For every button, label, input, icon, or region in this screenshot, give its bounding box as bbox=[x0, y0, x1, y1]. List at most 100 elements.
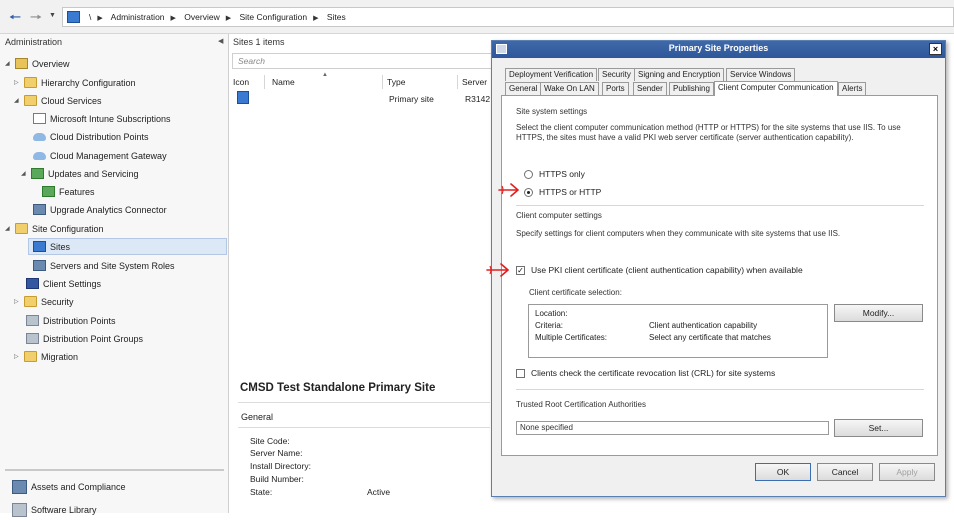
column-divider[interactable] bbox=[264, 75, 265, 89]
breadcrumb-administration[interactable]: Administration bbox=[111, 12, 165, 22]
address-bar: 🠔 🠖 ▼ \ ▶ Administration ▶ Overview ▶ Site … bbox=[0, 0, 954, 34]
tree-label: Cloud Distribution Points bbox=[50, 132, 149, 142]
tree-item-features[interactable]: Features bbox=[42, 184, 95, 201]
expand-icon[interactable]: ▷ bbox=[14, 349, 24, 366]
tree-item-cloud-management-gateway[interactable]: Cloud Management Gateway bbox=[33, 148, 167, 165]
breadcrumb-separator-icon: ▶ bbox=[97, 15, 103, 22]
tree-item-hierarchy-configuration[interactable]: ▷ Hierarchy Configuration bbox=[14, 75, 136, 92]
close-icon[interactable]: × bbox=[929, 43, 942, 55]
folder-icon bbox=[24, 77, 37, 89]
collapse-icon[interactable]: ◢ bbox=[21, 166, 31, 183]
tab-wake-on-lan[interactable]: Wake On LAN bbox=[540, 82, 599, 95]
column-header-type[interactable]: Type bbox=[387, 77, 405, 87]
cloud-icon bbox=[33, 151, 46, 160]
cert-key: Multiple Certificates: bbox=[535, 333, 608, 342]
collapse-pane-icon[interactable]: ◀ bbox=[218, 37, 223, 45]
ok-button[interactable]: OK bbox=[755, 463, 811, 481]
collapse-icon[interactable]: ◢ bbox=[5, 221, 15, 238]
tab-general[interactable]: General bbox=[505, 82, 542, 95]
trusted-root-field[interactable]: None specified bbox=[516, 421, 829, 435]
use-pki-checkbox[interactable]: ✓ bbox=[516, 266, 525, 275]
tree-item-distribution-point-groups[interactable]: Distribution Point Groups bbox=[26, 331, 143, 348]
https-or-http-label[interactable]: HTTPS or HTTP bbox=[539, 187, 601, 197]
tab-service-windows[interactable]: Service Windows bbox=[726, 68, 796, 81]
client-certificate-selection-label: Client certificate selection: bbox=[529, 288, 622, 297]
column-header-icon[interactable]: Icon bbox=[233, 77, 249, 87]
detail-label: Site Code: bbox=[250, 436, 290, 446]
annotation-arrow-icon bbox=[486, 263, 510, 277]
tab-deployment-verification[interactable]: Deployment Verification bbox=[505, 68, 598, 81]
modify-button[interactable]: Modify... bbox=[834, 304, 923, 322]
crl-checkbox[interactable] bbox=[516, 369, 525, 378]
column-divider[interactable] bbox=[457, 75, 458, 89]
tree-item-security[interactable]: ▷ Security bbox=[14, 294, 74, 311]
workspace-divider[interactable] bbox=[5, 469, 224, 471]
collapse-icon[interactable]: ◢ bbox=[14, 93, 24, 110]
tree-item-updates-and-servicing[interactable]: ◢ Updates and Servicing bbox=[21, 166, 139, 183]
tab-security[interactable]: Security bbox=[598, 68, 635, 81]
breadcrumb-site-configuration[interactable]: Site Configuration bbox=[240, 12, 308, 22]
primary-site-properties-dialog: Primary Site Properties × Deployment Ver… bbox=[491, 40, 946, 497]
tab-alerts[interactable]: Alerts bbox=[838, 82, 867, 95]
tab-sender[interactable]: Sender bbox=[633, 82, 667, 95]
tree-label: Client Settings bbox=[43, 279, 102, 289]
site-system-description: Select the client computer communication… bbox=[516, 123, 901, 142]
column-divider[interactable] bbox=[382, 75, 383, 89]
updates-icon bbox=[31, 168, 44, 180]
search-input[interactable]: Search bbox=[232, 53, 494, 69]
tree-item-distribution-points[interactable]: Distribution Points bbox=[26, 313, 116, 330]
primary-site-icon[interactable] bbox=[237, 91, 249, 104]
apply-button[interactable]: Apply bbox=[879, 463, 935, 481]
tree-item-sites[interactable]: Sites bbox=[28, 238, 227, 255]
breadcrumb[interactable]: \ ▶ Administration ▶ Overview ▶ Site Config… bbox=[62, 7, 954, 27]
tree-item-cloud-services[interactable]: ◢ Cloud Services bbox=[14, 93, 102, 110]
https-or-http-radio[interactable] bbox=[524, 188, 533, 197]
tree-item-client-settings[interactable]: Client Settings bbox=[26, 276, 101, 293]
tree-item-site-configuration[interactable]: ◢ Site Configuration bbox=[5, 221, 104, 238]
breadcrumb-sites[interactable]: Sites bbox=[327, 12, 346, 22]
back-arrow-icon[interactable]: 🠔 bbox=[6, 8, 24, 26]
row-server[interactable]: R3142 bbox=[465, 94, 490, 104]
set-button[interactable]: Set... bbox=[834, 419, 923, 437]
tree-item-overview[interactable]: ◢ Overview bbox=[5, 56, 70, 73]
expand-icon[interactable]: ▷ bbox=[14, 75, 24, 92]
https-only-radio[interactable] bbox=[524, 170, 533, 179]
overview-icon bbox=[15, 58, 28, 70]
crl-label[interactable]: Clients check the certificate revocation… bbox=[531, 368, 775, 378]
tree-label: Overview bbox=[32, 59, 70, 69]
dialog-titlebar[interactable]: Primary Site Properties × bbox=[492, 41, 945, 58]
breadcrumb-overview[interactable]: Overview bbox=[184, 12, 219, 22]
history-dropdown-icon[interactable]: ▼ bbox=[49, 12, 56, 19]
features-icon bbox=[42, 186, 55, 198]
use-pki-label[interactable]: Use PKI client certificate (client authe… bbox=[531, 265, 803, 275]
workspace-assets-and-compliance[interactable]: Assets and Compliance bbox=[12, 477, 126, 497]
collapse-icon[interactable]: ◢ bbox=[5, 56, 15, 73]
forward-arrow-icon[interactable]: 🠖 bbox=[27, 8, 45, 26]
cert-key: Location: bbox=[535, 309, 568, 318]
tab-client-computer-communication[interactable]: Client Computer Communication bbox=[714, 81, 838, 96]
tree-item-servers-and-site-system-roles[interactable]: Servers and Site System Roles bbox=[33, 258, 175, 275]
breadcrumb-root[interactable]: \ bbox=[89, 12, 91, 22]
cloud-icon bbox=[33, 132, 46, 141]
tree-item-upgrade-analytics-connector[interactable]: Upgrade Analytics Connector bbox=[33, 202, 167, 219]
dialog-title: Primary Site Properties bbox=[668, 43, 769, 53]
tab-ports[interactable]: Ports bbox=[602, 82, 629, 95]
column-header-name[interactable]: Name bbox=[272, 77, 295, 87]
https-only-label[interactable]: HTTPS only bbox=[539, 169, 585, 179]
tree-item-migration[interactable]: ▷ Migration bbox=[14, 349, 78, 366]
tree-item-microsoft-intune-subscriptions[interactable]: Microsoft Intune Subscriptions bbox=[33, 111, 171, 128]
list-title: Sites 1 items bbox=[233, 37, 285, 47]
row-type[interactable]: Primary site bbox=[389, 94, 434, 104]
tab-signing-and-encryption[interactable]: Signing and Encryption bbox=[634, 68, 725, 81]
cancel-button[interactable]: Cancel bbox=[817, 463, 873, 481]
detail-label: Build Number: bbox=[250, 474, 304, 484]
breadcrumb-separator-icon: ▶ bbox=[225, 15, 232, 22]
section-header-client-computer-settings: Client computer settings bbox=[516, 211, 602, 220]
workspace-software-library[interactable]: Software Library bbox=[12, 500, 97, 520]
tab-publishing[interactable]: Publishing bbox=[669, 82, 714, 95]
folder-icon bbox=[15, 223, 28, 235]
expand-icon[interactable]: ▷ bbox=[14, 294, 24, 311]
tree-label: Hierarchy Configuration bbox=[41, 78, 136, 88]
column-header-server[interactable]: Server bbox=[462, 77, 487, 87]
tree-item-cloud-distribution-points[interactable]: Cloud Distribution Points bbox=[33, 129, 149, 146]
